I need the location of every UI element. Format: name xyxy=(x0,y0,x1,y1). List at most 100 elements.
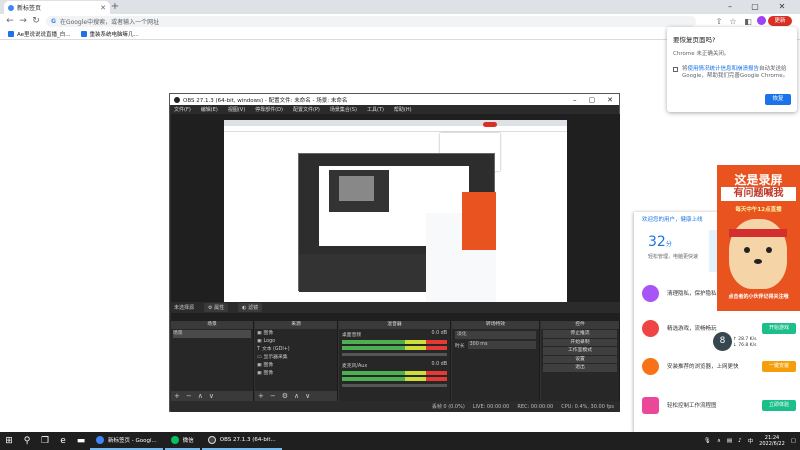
close-tab-icon[interactable]: ✕ xyxy=(100,4,106,12)
ime-indicator[interactable]: 中 xyxy=(748,437,754,445)
obs-window: OBS 27.1.3 (64-bit, windows) - 配置文件: 未命名… xyxy=(169,93,620,412)
feature-row[interactable]: 安装推荐的浏览器，上网更快 一键安装 xyxy=(642,349,796,383)
scenes-title: 场景 xyxy=(171,321,253,329)
windows-start-icon[interactable]: ⊞ xyxy=(0,432,18,450)
back-arrow-icon[interactable]: ← xyxy=(4,14,16,29)
minimize-window-icon[interactable]: – xyxy=(720,0,740,14)
browser-tab[interactable]: 新标签页 ✕ xyxy=(4,1,110,14)
new-tab-button[interactable]: + xyxy=(110,1,120,13)
network-icon[interactable]: ▤ xyxy=(727,438,732,444)
usage-stats-link[interactable]: 使用情况统计信息和崩溃报告 xyxy=(688,66,760,72)
scene-item[interactable]: 场景 xyxy=(173,330,251,338)
desktop-audio-db: 0.0 dB xyxy=(431,331,448,336)
filters-button[interactable]: ◐ 滤镜 xyxy=(238,303,263,312)
menu-profile[interactable]: 配置文件(P) xyxy=(293,106,320,113)
source-item[interactable]: ▣ 图像 xyxy=(257,362,335,370)
settings-button[interactable]: 设置 xyxy=(543,355,617,363)
menu-scene-collection[interactable]: 场景集合(S) xyxy=(330,106,357,113)
google-g-icon: G xyxy=(51,18,56,25)
source-item[interactable]: ▭ 显示器采集 xyxy=(257,354,335,362)
exit-button[interactable]: 退出 xyxy=(543,364,617,372)
remove-source-icon[interactable]: − xyxy=(270,392,276,400)
add-scene-icon[interactable]: + xyxy=(174,392,180,400)
restore-subtitle: Chrome 未正确关闭。 xyxy=(673,51,730,57)
feature-row[interactable]: 轻松控制工作流程图 立即体验 xyxy=(642,388,796,422)
obs-minimize-icon[interactable]: – xyxy=(573,96,577,104)
volume-icon[interactable]: ♪ xyxy=(738,438,742,444)
health-score-sub: 轻松管理，电脑更快速 xyxy=(648,254,699,260)
scene-down-icon[interactable]: ∨ xyxy=(209,392,214,400)
start-recording-button[interactable]: 开始录制 xyxy=(543,338,617,346)
maximize-window-icon[interactable]: ▢ xyxy=(745,0,765,14)
mic-volume-slider[interactable] xyxy=(342,384,447,387)
notification-icon[interactable]: ▢ xyxy=(791,438,796,444)
task-view-icon[interactable]: ❐ xyxy=(36,432,54,450)
source-item[interactable]: T 文本 (GDI+) xyxy=(257,346,335,354)
search-icon[interactable]: ⚲ xyxy=(18,432,36,450)
restore-pages-dialog: 要恢复页面吗? Chrome 未正确关闭。 将使用情况统计信息和崩溃报告自动发送… xyxy=(667,27,797,112)
transitions-panel: 转场特效 淡化 时长 300 ms xyxy=(452,321,540,401)
omnibox[interactable]: G 在Google中搜索，或者输入一个网址 xyxy=(46,16,696,27)
mic-audio-label: 麦克风/Aux xyxy=(342,364,368,369)
desktop-volume-slider[interactable] xyxy=(342,353,447,356)
banner-line-1: 这是录屏 xyxy=(734,173,783,187)
banner-line-3: 每天中午12点直播 xyxy=(735,207,782,213)
bookmark-item[interactable]: 重装系统电脑嘛几... xyxy=(80,30,139,38)
add-source-icon[interactable]: + xyxy=(258,392,264,400)
stop-streaming-button[interactable]: 停止推流 xyxy=(543,330,617,338)
reload-icon[interactable]: ↻ xyxy=(30,14,42,29)
controls-panel: 控件 停止推流 开始录制 工作室模式 设置 退出 xyxy=(541,321,620,401)
menu-view[interactable]: 视图(V) xyxy=(228,106,245,113)
menu-file[interactable]: 文件(F) xyxy=(174,106,191,113)
chevron-up-icon[interactable]: ∧ xyxy=(717,438,721,444)
transition-type-select[interactable]: 淡化 xyxy=(455,331,536,339)
taskbar-obs[interactable]: OBS 27.1.3 (64-bit... xyxy=(201,432,282,450)
properties-button[interactable]: ⚙ 属性 xyxy=(204,303,229,312)
edge-icon[interactable]: e xyxy=(54,432,72,450)
restore-title: 要恢复页面吗? xyxy=(673,36,716,44)
obs-preview-canvas[interactable] xyxy=(171,114,620,321)
source-item[interactable]: ▣ Logo xyxy=(257,338,335,346)
obs-close-icon[interactable]: ✕ xyxy=(607,96,613,104)
menu-help[interactable]: 帮助(H) xyxy=(394,106,412,113)
no-source-selected-label: 未选择源 xyxy=(174,305,195,311)
update-button[interactable]: 更新 xyxy=(768,16,792,26)
menu-docks[interactable]: 停靠部件(D) xyxy=(255,106,283,113)
taskbar-wechat[interactable]: 微信 xyxy=(164,432,200,450)
source-item[interactable]: ▣ 图像 xyxy=(257,330,335,338)
bookmark-item[interactable]: Ae里说说说直播_白... xyxy=(8,30,71,38)
mic-audio-meter xyxy=(342,371,447,375)
start-game-button[interactable]: 开始游戏 xyxy=(762,322,796,334)
transitions-title: 转场特效 xyxy=(452,321,539,329)
try-now-button[interactable]: 立即体验 xyxy=(762,399,796,411)
duration-input[interactable]: 300 ms xyxy=(467,341,536,349)
restore-button[interactable]: 恢复 xyxy=(765,94,791,105)
forward-arrow-icon[interactable]: → xyxy=(17,14,29,29)
menu-edit[interactable]: 编辑(E) xyxy=(201,106,218,113)
source-up-icon[interactable]: ∧ xyxy=(294,392,299,400)
chrome-icon xyxy=(96,436,104,444)
obs-source-toolbar: 未选择源 ⚙ 属性 ◐ 滤镜 xyxy=(171,302,620,313)
obs-maximize-icon[interactable]: ▢ xyxy=(589,96,596,104)
source-settings-icon[interactable]: ⚙ xyxy=(282,392,288,400)
mic-tray-icon[interactable]: 🎙 xyxy=(704,438,711,444)
profile-avatar[interactable] xyxy=(757,16,766,25)
taskbar-chrome[interactable]: 新标签页 - Googl... xyxy=(90,432,163,450)
dropped-frames: 丢帧 0 (0.0%) xyxy=(431,404,465,410)
close-window-icon[interactable]: ✕ xyxy=(772,0,792,14)
speed-ball[interactable]: 8 xyxy=(713,332,732,351)
clock[interactable]: 21:24 2022/6/22 xyxy=(759,435,785,447)
menu-tools[interactable]: 工具(T) xyxy=(367,106,384,113)
file-explorer-icon[interactable]: ▬ xyxy=(72,432,90,450)
studio-mode-button[interactable]: 工作室模式 xyxy=(543,347,617,355)
text-source-icon: T xyxy=(257,347,260,352)
usage-stats-checkbox[interactable] xyxy=(673,67,678,72)
mic-audio-meter-r xyxy=(342,377,447,381)
obs-docks: 场景 场景 + − ∧ ∨ 来源 ▣ 图像 ▣ Logo T 文本 (GDI+) ▭ 显示器采… xyxy=(171,321,620,401)
scene-up-icon[interactable]: ∧ xyxy=(198,392,203,400)
usage-stats-option: 将使用情况统计信息和崩溃报告自动发送给Google，帮助我们完善Google C… xyxy=(673,66,791,80)
remove-scene-icon[interactable]: − xyxy=(186,392,192,400)
source-item[interactable]: ▣ 图像 xyxy=(257,370,335,378)
install-button[interactable]: 一键安装 xyxy=(762,360,796,372)
source-down-icon[interactable]: ∨ xyxy=(305,392,310,400)
